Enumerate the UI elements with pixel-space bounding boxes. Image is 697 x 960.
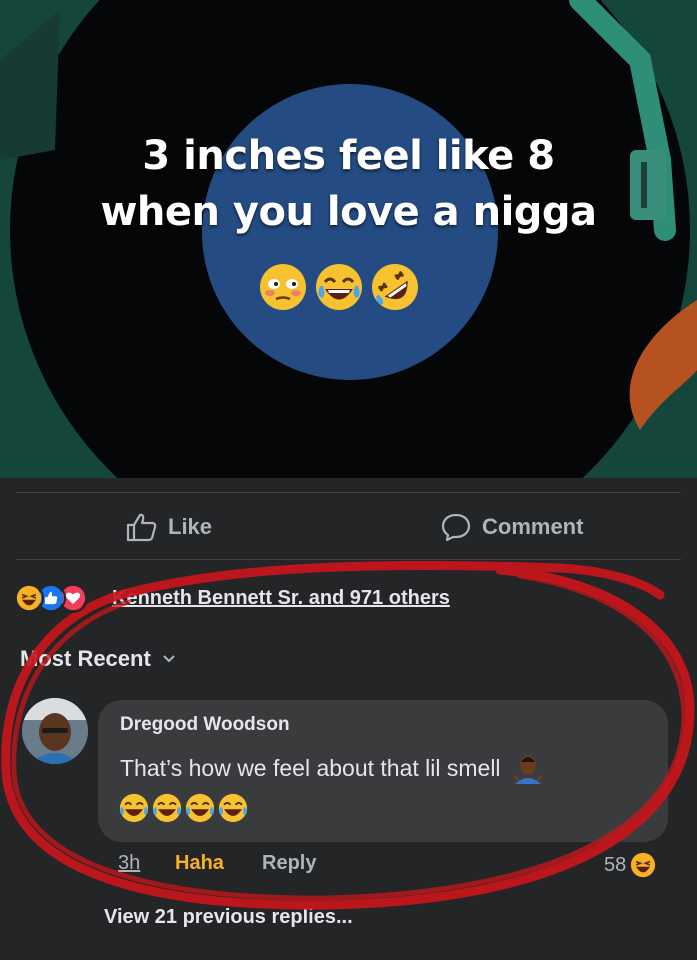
like-button-label: Like — [168, 514, 213, 539]
view-previous-replies-link[interactable]: View 21 previous replies... — [104, 906, 353, 929]
comment-timestamp[interactable]: 3h — [118, 852, 140, 875]
post-action-bar: Like Comment — [0, 478, 697, 560]
avatar-photo — [22, 698, 88, 764]
haha-reaction-icon — [631, 852, 656, 878]
action-bar-top-divider — [16, 492, 681, 493]
comment-reaction-button[interactable]: Haha — [175, 852, 224, 875]
reply-button[interactable]: Reply — [262, 852, 316, 875]
sort-label: Most Recent — [20, 646, 151, 671]
like-button[interactable]: Like — [126, 512, 212, 542]
flushed-face-emoji — [260, 264, 306, 310]
caption-emoji-row — [258, 262, 420, 312]
comment-emoji-row — [118, 792, 249, 824]
person-shrugging-emoji — [513, 755, 543, 784]
thumbs-up-icon — [126, 513, 157, 542]
post-image[interactable]: 3 inches feel like 8 when you love a nig… — [0, 0, 697, 478]
comment-button-label: Comment — [482, 514, 584, 539]
tears-of-joy-emoji — [316, 264, 362, 310]
comment-text: That’s how we feel about that lil smell — [120, 755, 501, 782]
post-caption: 3 inches feel like 8 when you love a nig… — [0, 128, 697, 240]
reactions-summary-text[interactable]: Kenneth Bennett Sr. and 971 others — [112, 587, 450, 610]
action-bar-bottom-divider — [16, 559, 681, 560]
reactions-summary[interactable]: Kenneth Bennett Sr. and 971 others — [14, 582, 450, 614]
speech-bubble-icon — [441, 513, 471, 542]
avatar[interactable] — [22, 698, 88, 764]
comment-author[interactable]: Dregood Woodson — [120, 714, 290, 736]
reaction-icons — [14, 582, 104, 614]
tears-of-joy-emoji — [185, 793, 215, 823]
comment-text-row: That’s how we feel about that lil smell — [120, 754, 543, 786]
reaction-count-value: 58 — [604, 853, 627, 876]
comment-sort-dropdown[interactable]: Most Recent — [20, 646, 177, 672]
rolling-laughing-emoji — [372, 264, 418, 310]
comment-reaction-count[interactable]: 58 — [604, 852, 656, 878]
caption-line-2: when you love a nigga — [100, 189, 597, 235]
tears-of-joy-emoji — [152, 793, 182, 823]
tears-of-joy-emoji — [218, 793, 248, 823]
tears-of-joy-emoji — [119, 793, 149, 823]
haha-reaction-icon — [14, 583, 44, 613]
comment-button[interactable]: Comment — [440, 512, 583, 542]
chevron-down-icon — [163, 655, 175, 663]
comment-bubble: Dregood Woodson That’s how we feel about… — [98, 700, 668, 842]
caption-line-1: 3 inches feel like 8 — [142, 133, 555, 179]
